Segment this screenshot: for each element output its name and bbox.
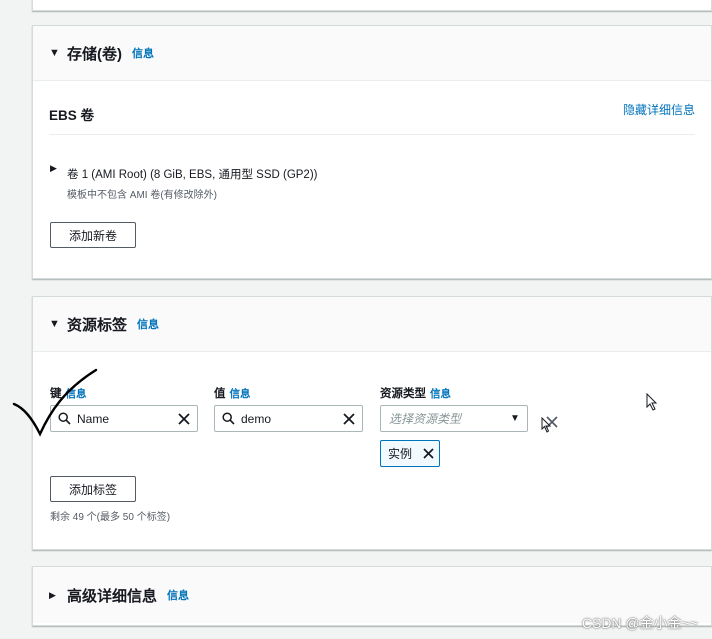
tags-info-link[interactable]: 信息 xyxy=(137,316,159,332)
caret-right-icon[interactable]: ▶ xyxy=(50,163,57,174)
clear-icon[interactable] xyxy=(171,412,197,425)
tags-title: 资源标签 xyxy=(67,316,128,334)
volume-note: 模板中不包含 AMI 卷(有修改除外) xyxy=(67,190,217,201)
caret-down-icon: ▼ xyxy=(510,413,520,424)
mouse-cursor-icon xyxy=(541,417,551,433)
expand-triangle-icon[interactable]: ▼ xyxy=(49,318,67,330)
storage-panel-header[interactable]: ▼ 存储(卷) 信息 xyxy=(33,26,711,81)
remaining-tags-note: 剩余 49 个(最多 50 个标签) xyxy=(50,512,171,523)
storage-title: 存储(卷) xyxy=(67,45,122,63)
value-label: 值信息 xyxy=(214,388,251,400)
value-info-link[interactable]: 信息 xyxy=(230,388,251,400)
search-icon xyxy=(215,412,241,425)
add-volume-button[interactable]: 添加新卷 xyxy=(50,222,136,248)
ebs-heading: EBS 卷 xyxy=(49,108,95,123)
resource-type-placeholder: 选择资源类型 xyxy=(389,412,462,426)
dismiss-token-icon[interactable] xyxy=(417,448,439,459)
tags-panel-header[interactable]: ▼ 资源标签 信息 xyxy=(33,297,711,352)
advanced-title: 高级详细信息 xyxy=(67,587,158,605)
token-label: 实例 xyxy=(388,447,413,461)
divider xyxy=(49,134,695,135)
resource-type-info-link[interactable]: 信息 xyxy=(430,388,451,400)
checkmark-annotation xyxy=(12,368,98,437)
mouse-cursor-icon xyxy=(646,393,658,411)
caret-right-icon[interactable]: ▶ xyxy=(49,590,67,601)
value-input-value: demo xyxy=(241,411,272,426)
clear-icon[interactable] xyxy=(336,412,362,425)
hide-details-link[interactable]: 隐藏详细信息 xyxy=(623,101,695,118)
tags-panel: ▼ 资源标签 信息 键信息 值信息 资源类型 信息 Name demo 选择资源类… xyxy=(32,296,712,550)
add-tag-button[interactable]: 添加标签 xyxy=(50,476,136,502)
resource-type-label: 资源类型 信息 xyxy=(380,388,451,400)
value-input[interactable]: demo xyxy=(214,405,363,432)
storage-panel: ▼ 存储(卷) 信息 EBS 卷 隐藏详细信息 ▶ 卷 1 (AMI Root)… xyxy=(32,25,712,279)
previous-panel-bottom xyxy=(32,0,712,11)
storage-info-link[interactable]: 信息 xyxy=(132,45,154,61)
watermark: CSDN @金小金~~ xyxy=(581,615,698,631)
volume-label: 卷 1 (AMI Root) (8 GiB, EBS, 通用型 SSD (GP2… xyxy=(67,169,318,181)
advanced-info-link[interactable]: 信息 xyxy=(167,587,189,603)
resource-token: 实例 xyxy=(380,440,440,467)
expand-triangle-icon[interactable]: ▼ xyxy=(49,47,67,59)
resource-type-select[interactable]: 选择资源类型 ▼ xyxy=(380,405,528,432)
